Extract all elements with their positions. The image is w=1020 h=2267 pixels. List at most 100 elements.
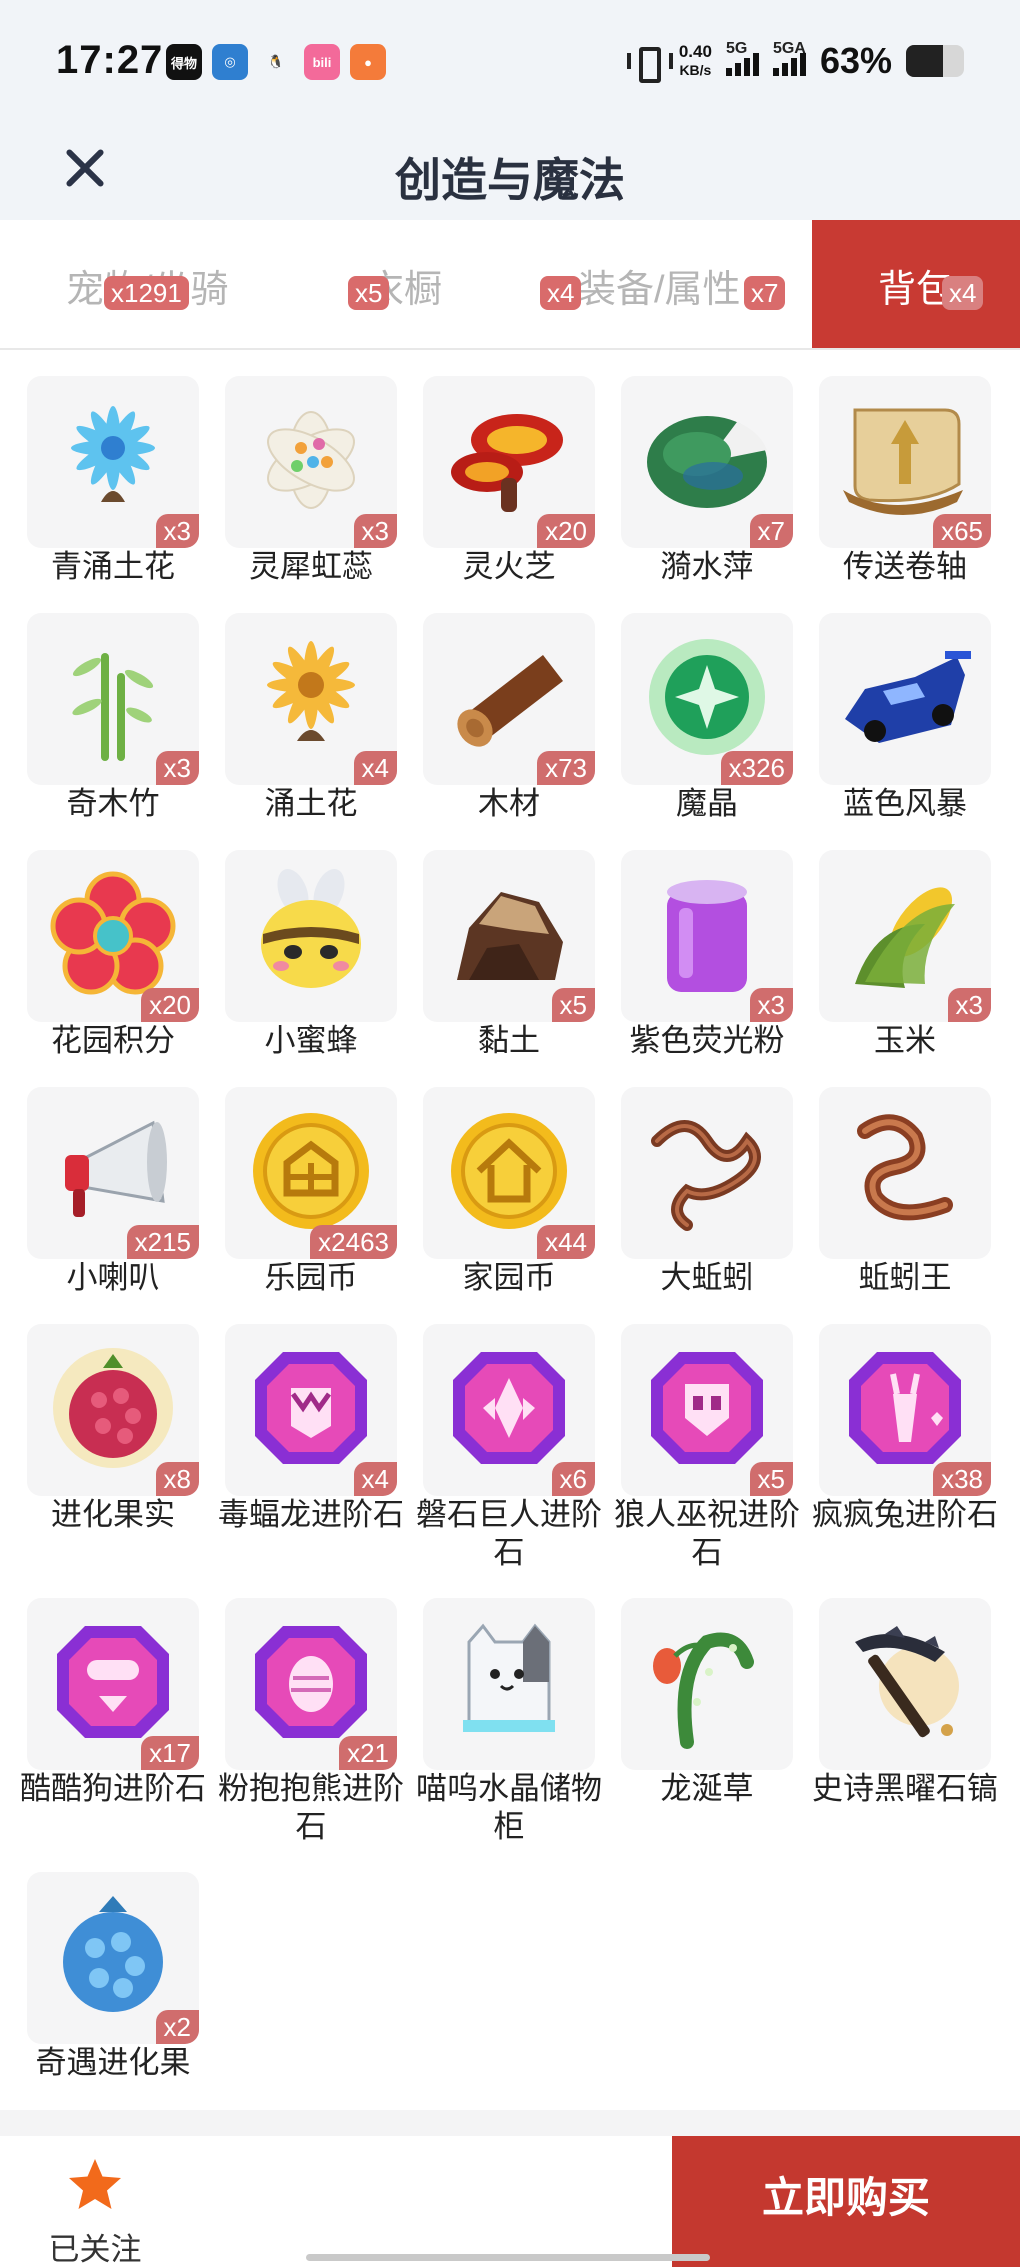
dragon-grass-icon — [653, 1632, 754, 1749]
signal-label: 5G — [725, 40, 748, 57]
purple-jar-icon — [667, 880, 747, 992]
bottom-action-bar: 已关注 立即购买 — [0, 2136, 1020, 2267]
item-name: 花园积分 — [51, 1023, 175, 1058]
scroll-icon — [843, 408, 963, 515]
item-quantity: x17 — [141, 1736, 199, 1770]
status-app-icons: 得物 ◎ 🐧 bili ● — [166, 44, 386, 80]
item-name: 喵呜水晶储物柜 — [416, 1771, 602, 1844]
follow-button[interactable]: 已关注 — [40, 2156, 150, 2267]
follow-label: 已关注 — [48, 2232, 142, 2267]
item-name: 毒蝠龙进阶石 — [218, 1497, 404, 1532]
adventure-fruit-icon — [63, 1896, 163, 2012]
garden-points-icon — [50, 871, 176, 995]
item-quantity: x3 — [749, 988, 793, 1022]
buy-now-button[interactable]: 立即购买 — [672, 2136, 1020, 2267]
item-quantity: x8 — [155, 1462, 199, 1496]
item-name: 大蚯蚓 — [660, 1260, 754, 1295]
item-quantity: x2 — [155, 2010, 199, 2044]
star-icon — [69, 2159, 121, 2209]
item-name: 史诗黑曜石镐 — [812, 1771, 998, 1806]
tab-count-badge: x1291 — [104, 276, 189, 310]
dog-stone-icon — [57, 1626, 169, 1738]
item-name: 漪水萍 — [660, 549, 754, 584]
item-name: 涌土花 — [264, 786, 358, 821]
signal-label: 5GA — [772, 40, 806, 57]
giant-stone-icon — [453, 1352, 565, 1464]
tab-count-badge: x4 — [540, 276, 582, 310]
home-coin-icon — [451, 1113, 567, 1229]
item-name: 进化果实 — [51, 1497, 175, 1532]
bamboo-icon — [72, 653, 154, 761]
wood-log-icon — [457, 655, 563, 747]
item-quantity: x2463 — [310, 1225, 397, 1259]
white-flower-icon — [267, 411, 355, 509]
lily-pad-icon — [647, 416, 767, 508]
item-name: 魔晶 — [676, 786, 738, 821]
tab-label: 装备/属性 — [578, 269, 741, 311]
tab-equipment[interactable]: 装备/属性 x4 x7 — [540, 220, 810, 348]
signal-icon: 5GA — [772, 40, 806, 76]
fire-mushroom-icon — [451, 414, 563, 512]
rabbit-stone-icon — [849, 1352, 961, 1464]
item-name: 青涌土花 — [51, 549, 175, 584]
tab-pets-mounts[interactable]: 宠物/坐骑 x1291 — [0, 220, 229, 348]
item-name: 黏土 — [478, 1023, 540, 1058]
game-app-icon: ● — [350, 44, 386, 80]
status-indicators: 0.40 KB/s 5G 5GA 63% — [626, 40, 964, 83]
network-speed: 0.40 KB/s — [679, 43, 712, 79]
item-name: 灵火芝 — [462, 549, 556, 584]
bat-dragon-stone-icon — [255, 1352, 367, 1464]
evolution-fruit-icon — [53, 1348, 173, 1468]
werewolf-stone-icon — [651, 1352, 763, 1464]
network-speed-unit: KB/s — [679, 62, 712, 78]
corn-icon — [855, 887, 955, 988]
dewu-app-icon: 得物 — [166, 44, 202, 80]
item-name: 狼人巫祝进阶石 — [614, 1497, 800, 1570]
item-quantity: x326 — [720, 751, 793, 785]
item-name: 紫色荧光粉 — [629, 1023, 785, 1058]
globe-app-icon: ◎ — [212, 44, 248, 80]
network-speed-value: 0.40 — [678, 42, 712, 61]
item-quantity: x3 — [155, 751, 199, 785]
tab-backpack[interactable]: 背包 x4 — [812, 220, 1020, 348]
section-divider — [0, 2110, 1020, 2136]
item-quantity: x5 — [551, 988, 595, 1022]
item-name: 灵犀虹蕊 — [249, 549, 373, 584]
qq-app-icon: 🐧 — [258, 44, 294, 80]
page-header: 创造与魔法 — [0, 120, 1020, 220]
worm-king-icon — [857, 1114, 953, 1221]
tab-wardrobe[interactable]: 衣橱 x5 — [330, 220, 480, 348]
item-name: 玉米 — [874, 1023, 936, 1058]
item-quantity: x4 — [353, 1462, 397, 1496]
category-tabs: 宠物/坐骑 x1291 衣橱 x5 装备/属性 x4 x7 背包 x4 — [0, 220, 1020, 350]
item-quantity: x3 — [947, 988, 991, 1022]
vibrate-icon — [626, 45, 673, 83]
tab-count-badge: x4 — [942, 276, 984, 310]
item-name: 蓝色风暴 — [843, 786, 967, 821]
item-quantity: x3 — [155, 514, 199, 548]
item-name: 家园币 — [462, 1260, 556, 1295]
item-quantity: x20 — [141, 988, 199, 1022]
home-indicator[interactable] — [306, 2254, 710, 2261]
bee-icon — [261, 868, 361, 988]
item-quantity: x65 — [933, 514, 991, 548]
item-name: 酷酷狗进阶石 — [20, 1771, 206, 1806]
item-quantity: x215 — [126, 1225, 199, 1259]
item-quantity: x73 — [537, 751, 595, 785]
battery-percent: 63% — [819, 40, 892, 81]
signal-icon: 5G — [725, 40, 759, 76]
blue-flower-icon — [71, 406, 155, 502]
page-title: 创造与魔法 — [395, 154, 625, 206]
item-name: 奇遇进化果 — [35, 2045, 191, 2080]
bear-stone-icon — [255, 1626, 367, 1738]
cat-cabinet-icon — [463, 1623, 555, 1732]
blue-racecar-icon — [845, 651, 971, 743]
item-name: 蚯蚓王 — [858, 1260, 952, 1295]
item-name: 疯疯兔进阶石 — [812, 1497, 998, 1532]
item-quantity: x7 — [749, 514, 793, 548]
item-name: 粉抱抱熊进阶石 — [218, 1771, 404, 1844]
item-quantity: x21 — [339, 1736, 397, 1770]
item-quantity: x44 — [537, 1225, 595, 1259]
clay-icon — [457, 892, 563, 980]
item-quantity: x20 — [537, 514, 595, 548]
